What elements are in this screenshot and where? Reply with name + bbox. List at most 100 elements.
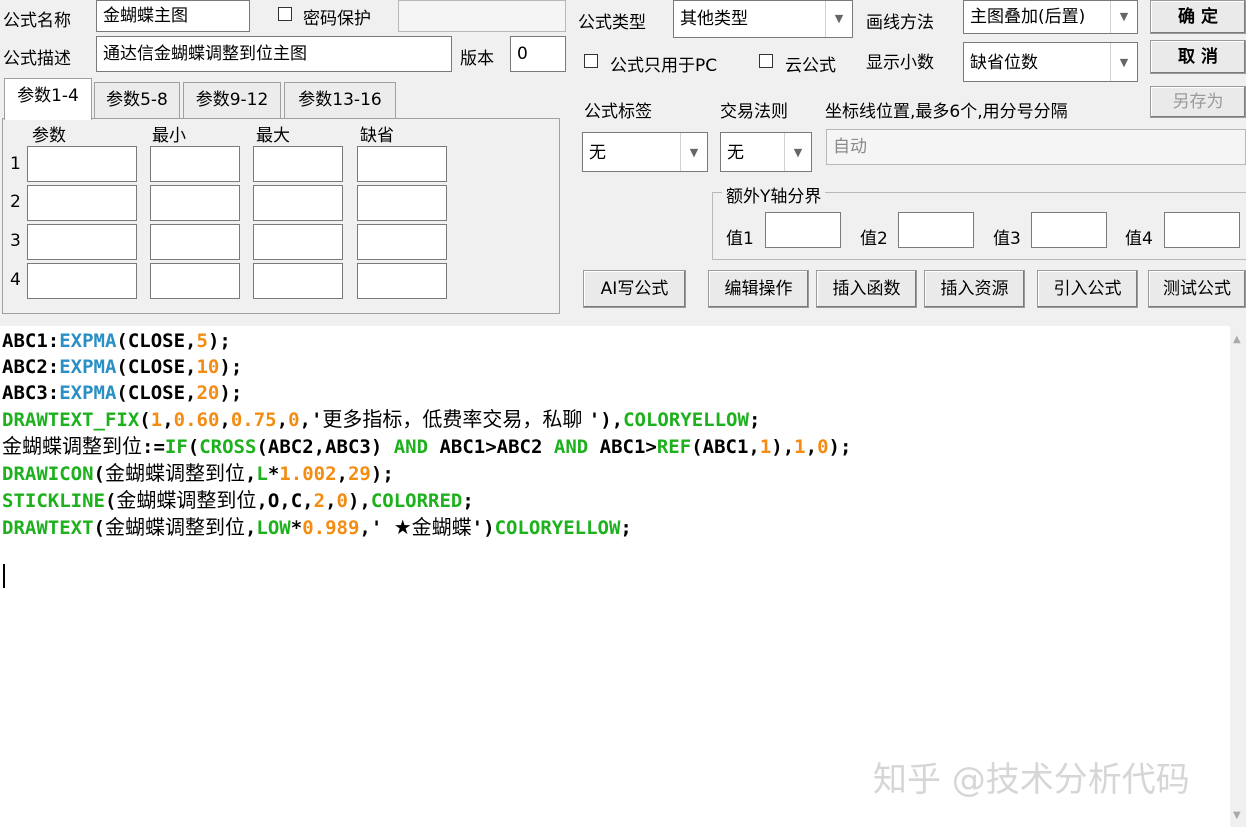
extra-y-label-3: 值3 (993, 229, 1021, 249)
code-token: ); (828, 436, 852, 458)
password-input[interactable] (398, 0, 566, 32)
extra-y-input-3[interactable] (1031, 212, 1107, 248)
code-token: ABC3: (2, 382, 60, 404)
code-token: * (267, 463, 280, 485)
code-token: LOW (256, 517, 291, 539)
code-token: (CLOSE, (116, 382, 197, 404)
param-1-max-input[interactable] (253, 146, 343, 182)
edit-operations-button[interactable]: 编辑操作 (708, 270, 809, 308)
code-token: := (142, 436, 165, 458)
param-2-min-input[interactable] (150, 185, 240, 221)
param-2-name-input[interactable] (27, 185, 137, 221)
code-token: , (162, 409, 174, 431)
param-2-max-input[interactable] (253, 185, 343, 221)
ai-formula-button[interactable]: AI写公式 (583, 270, 686, 308)
code-token: AND (553, 436, 589, 458)
vertical-scrollbar[interactable]: ▲ ▼ (1230, 326, 1246, 827)
param-4-min-input[interactable] (150, 263, 240, 299)
formula-type-label: 公式类型 (578, 13, 646, 33)
insert-function-button[interactable]: 插入函数 (816, 270, 917, 308)
trade-rule-label: 交易法则 (720, 102, 788, 122)
scroll-up-arrow-icon[interactable]: ▲ (1233, 334, 1241, 345)
code-token: ); (219, 356, 243, 378)
tab-params-1-4[interactable]: 参数1-4 (4, 78, 92, 120)
tab-params-5-8[interactable]: 参数5-8 (94, 82, 180, 118)
test-formula-button[interactable]: 测试公式 (1148, 270, 1246, 308)
draw-method-label: 画线方法 (866, 13, 934, 33)
chevron-down-icon[interactable]: ▼ (825, 1, 852, 37)
param-3-max-input[interactable] (253, 224, 343, 260)
extra-y-input-1[interactable] (765, 212, 841, 248)
formula-type-value: 其他类型 (680, 9, 748, 29)
draw-method-select[interactable]: 主图叠加(后置) ▼ (963, 0, 1138, 34)
code-token: ( (187, 436, 200, 458)
cloud-checkbox[interactable] (759, 54, 773, 68)
code-token: STICKLINE (2, 490, 105, 512)
code-token: , (244, 463, 257, 485)
save-as-button[interactable]: 另存为 (1150, 86, 1246, 118)
formula-tag-label: 公式标签 (584, 102, 652, 122)
import-formula-button[interactable]: 引入公式 (1037, 270, 1138, 308)
code-token: 金蝴蝶调整到位 (116, 488, 257, 512)
formula-tag-select[interactable]: 无 ▼ (582, 132, 708, 172)
decimals-select[interactable]: 缺省位数 ▼ (963, 42, 1138, 82)
param-3-default-input[interactable] (357, 224, 447, 260)
chevron-down-icon[interactable]: ▼ (680, 133, 707, 171)
formula-name-input[interactable]: 金蝴蝶主图 (96, 0, 250, 32)
pc-only-checkbox[interactable] (584, 54, 598, 68)
code-token: ABC1: (2, 330, 60, 352)
param-4-name-input[interactable] (27, 263, 137, 299)
code-token: , (325, 490, 337, 512)
code-token: 1.002 (279, 463, 337, 485)
extra-y-input-4[interactable] (1164, 212, 1240, 248)
coord-lines-input[interactable]: 自动 (826, 129, 1246, 165)
code-line-8: DRAWTEXT(金蝴蝶调整到位,LOW*0.989,' ★金蝴蝶')COLOR… (2, 515, 632, 539)
param-3-min-input[interactable] (150, 224, 240, 260)
password-label: 密码保护 (303, 9, 371, 29)
extra-y-input-2[interactable] (898, 212, 974, 248)
version-input[interactable]: 0 (510, 36, 566, 72)
code-line-2: ABC2:EXPMA(CLOSE,10); (2, 356, 242, 378)
code-token: 金蝴蝶调整到位 (104, 461, 245, 485)
pc-only-label: 公式只用于PC (610, 56, 718, 76)
trade-rule-value: 无 (727, 143, 744, 163)
password-checkbox[interactable] (278, 7, 292, 21)
tab-params-13-16[interactable]: 参数13-16 (284, 82, 396, 118)
cancel-button[interactable]: 取 消 (1150, 40, 1246, 74)
chevron-down-icon[interactable]: ▼ (1110, 43, 1137, 81)
code-token: ); (219, 382, 243, 404)
code-token: ABC1> (588, 436, 657, 458)
param-1-name-input[interactable] (27, 146, 137, 182)
code-token: ') (471, 517, 495, 539)
code-token: EXPMA (59, 382, 117, 404)
param-2-default-input[interactable] (357, 185, 447, 221)
param-1-default-input[interactable] (357, 146, 447, 182)
param-1-min-input[interactable] (150, 146, 240, 182)
insert-resource-button[interactable]: 插入资源 (924, 270, 1025, 308)
code-token: , (276, 409, 289, 431)
tab-params-9-12[interactable]: 参数9-12 (183, 82, 281, 118)
formula-name-label: 公式名称 (3, 11, 71, 31)
chevron-down-icon[interactable]: ▼ (784, 133, 811, 171)
param-4-max-input[interactable] (253, 263, 343, 299)
chevron-down-icon[interactable]: ▼ (1110, 1, 1137, 33)
code-token: ( (93, 463, 105, 485)
draw-method-value: 主图叠加(后置) (970, 7, 1086, 27)
scroll-down-arrow-icon[interactable]: ▼ (1233, 810, 1241, 821)
code-editor[interactable]: ABC1:EXPMA(CLOSE,5); ABC2:EXPMA(CLOSE,10… (0, 326, 1230, 827)
trade-rule-select[interactable]: 无 ▼ (720, 132, 812, 172)
ok-button[interactable]: 确 定 (1150, 0, 1246, 34)
code-token: , (219, 409, 231, 431)
extra-y-label-2: 值2 (860, 229, 888, 249)
formula-desc-input[interactable]: 通达信金蝴蝶调整到位主图 (96, 36, 452, 72)
code-token: EXPMA (59, 330, 117, 352)
decimals-label: 显示小数 (866, 53, 934, 73)
param-4-default-input[interactable] (357, 263, 447, 299)
code-token: , (805, 436, 818, 458)
params-header-default: 缺省 (360, 126, 394, 146)
params-row-label: 2 (10, 192, 21, 212)
code-token: ,O,C, (256, 490, 314, 512)
formula-type-select[interactable]: 其他类型 ▼ (673, 0, 853, 38)
param-3-name-input[interactable] (27, 224, 137, 260)
extra-y-title: 额外Y轴分界 (722, 182, 826, 207)
